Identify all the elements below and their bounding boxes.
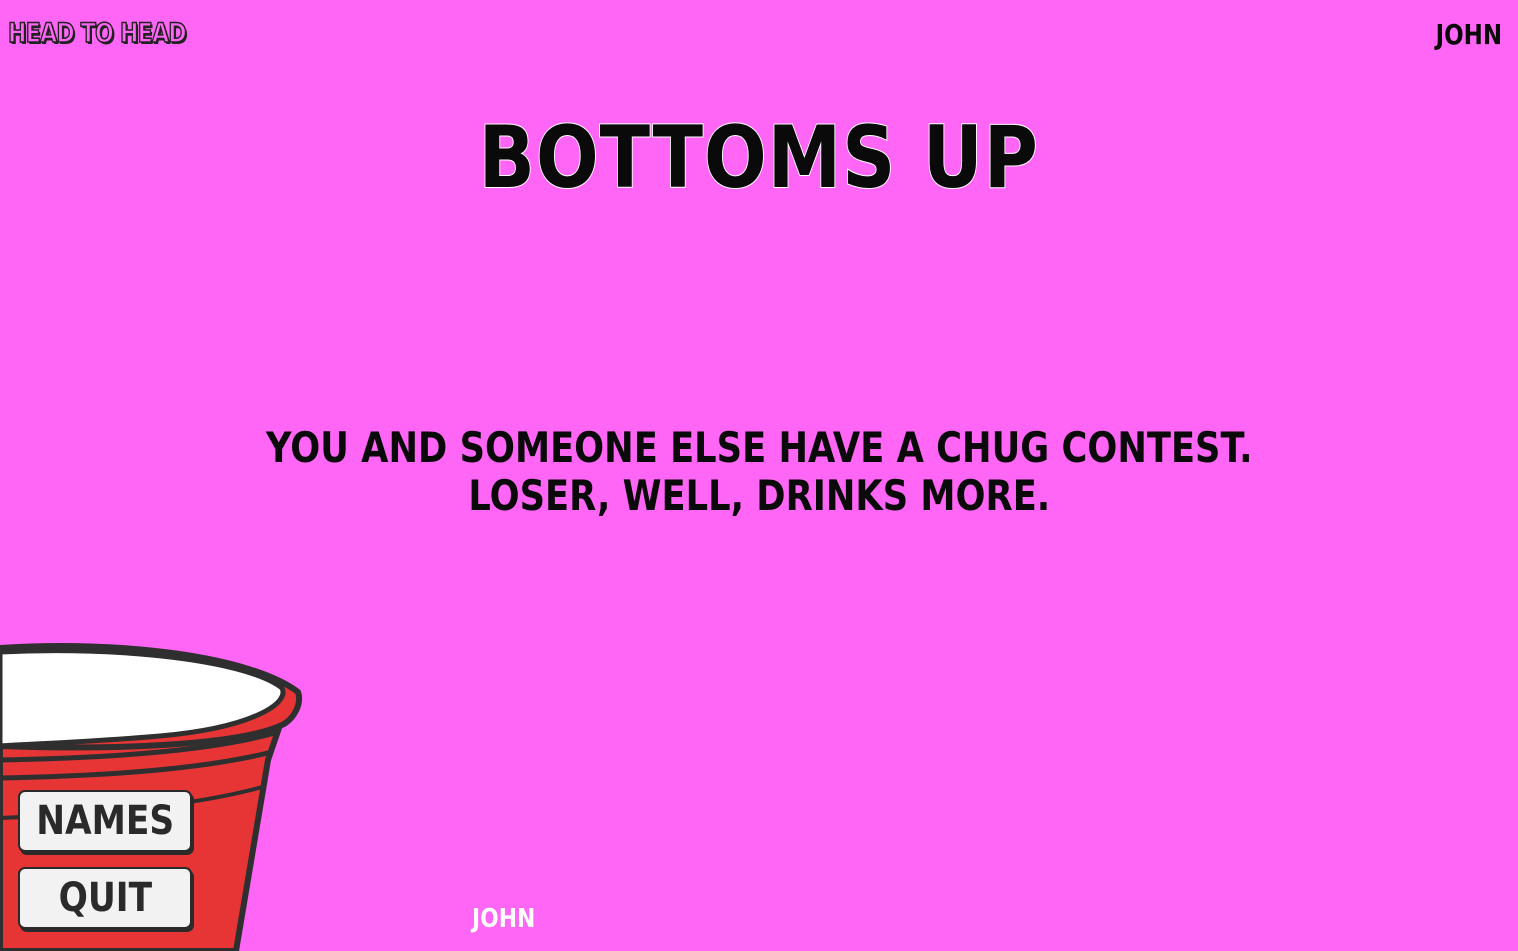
card-description-line-2: LOSER, WELL, DRINKS MORE.	[468, 471, 1050, 520]
next-player-name: JOHN	[472, 904, 536, 934]
names-button-label: NAMES	[36, 798, 174, 844]
card-title-text: BOTTOMS UP	[478, 107, 1040, 209]
card-description-line-1: YOU AND SOMEONE ELSE HAVE A CHUG CONTEST…	[265, 423, 1253, 472]
card-description: YOU AND SOMEONE ELSE HAVE A CHUG CONTEST…	[0, 424, 1518, 520]
names-button[interactable]: NAMES	[18, 790, 192, 852]
game-screen: HEAD TO HEAD JOHN BOTTOMS UP YOU AND SOM…	[0, 0, 1518, 951]
game-mode-label: HEAD TO HEAD	[7, 17, 187, 50]
card-title: BOTTOMS UP	[0, 107, 1518, 209]
current-player-name: JOHN	[1435, 18, 1502, 51]
quit-button-label: QUIT	[58, 875, 152, 921]
quit-button[interactable]: QUIT	[18, 867, 192, 929]
